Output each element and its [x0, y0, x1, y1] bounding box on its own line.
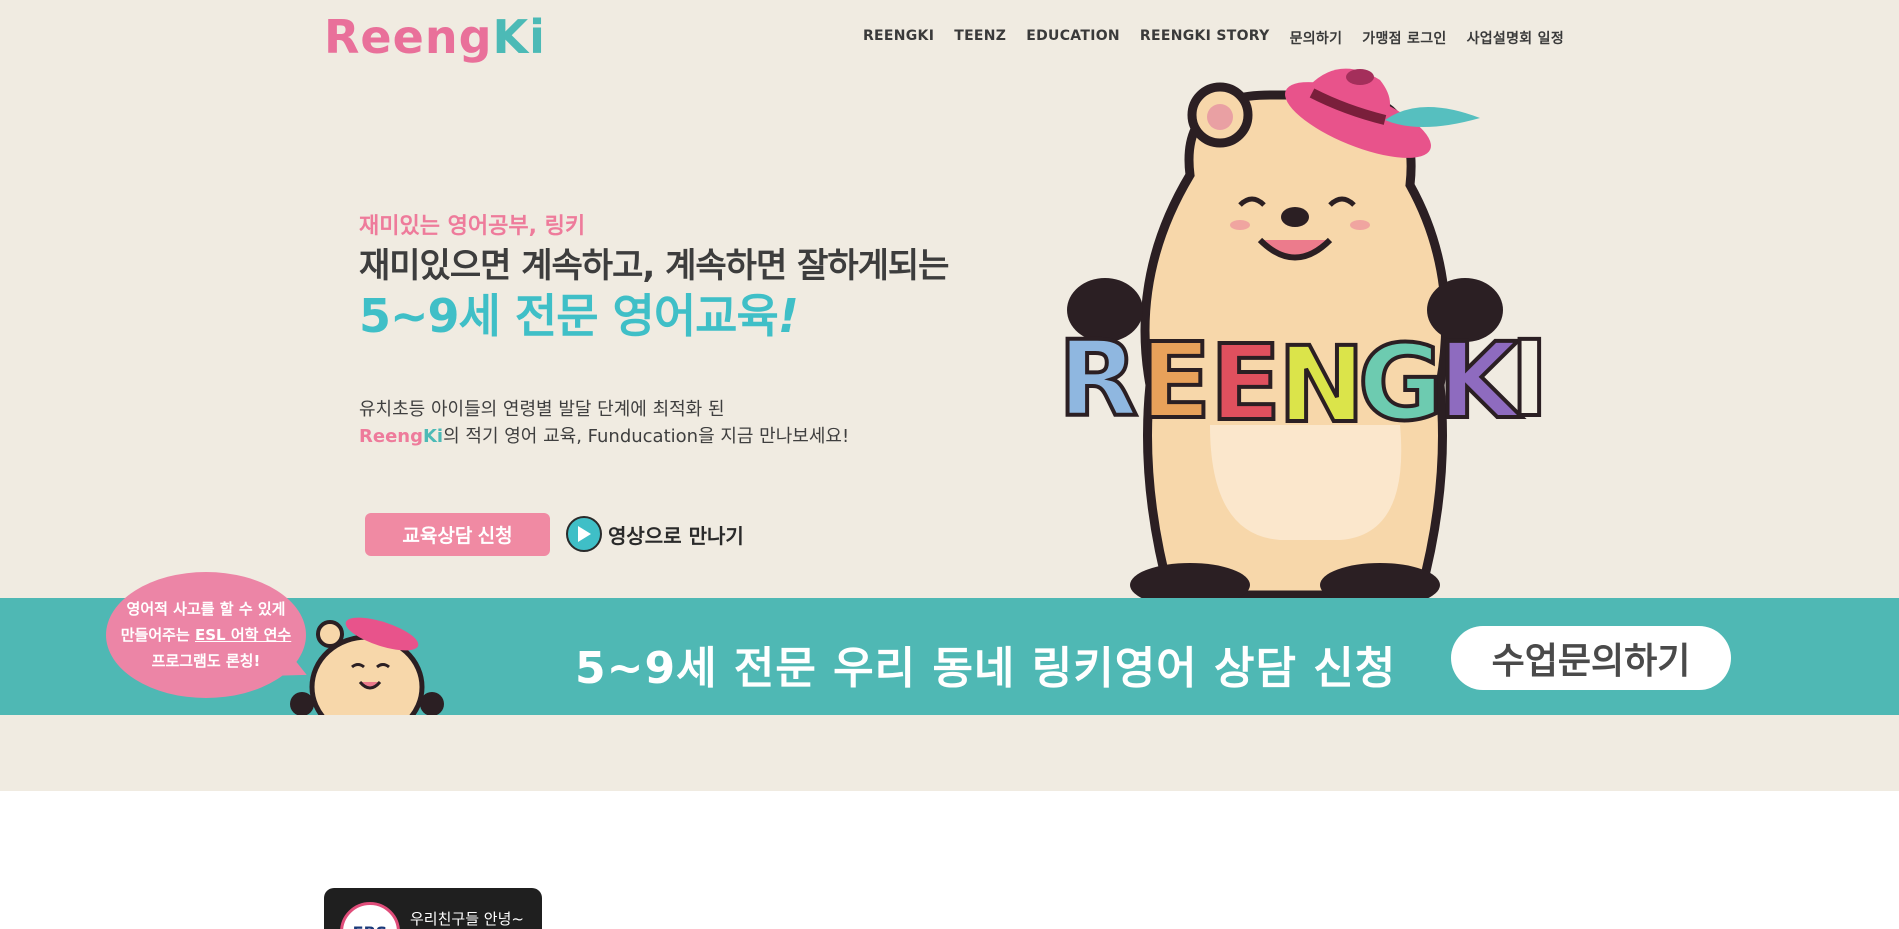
consult-request-button[interactable]: 교육상담 신청: [365, 513, 550, 556]
mascot-letter-e1: E: [1140, 320, 1211, 442]
nav-franchise-login[interactable]: 가맹점 로그인: [1362, 28, 1446, 48]
mascot-letter-n: N: [1278, 324, 1365, 446]
nav-education[interactable]: EDUCATION: [1026, 28, 1120, 48]
channel-avatar: EBS: [340, 902, 400, 929]
video-title: 우리친구들 안녕~: [410, 910, 524, 928]
nav-inquiry[interactable]: 문의하기: [1290, 28, 1343, 48]
hero-eyebrow: 재미있는 영어공부, 링키: [359, 214, 586, 239]
mascot-letter-g: G: [1358, 322, 1443, 444]
nav-business-schedule[interactable]: 사업설명회 일정: [1467, 28, 1564, 48]
banner-headline: 5~9세 전문 우리 동네 링키영어 상담 신청: [575, 643, 1397, 694]
watch-video-button[interactable]: 영상으로 만나기: [566, 514, 744, 554]
nav-reengki-story[interactable]: REENGKI STORY: [1140, 28, 1270, 48]
esl-bubble: 영어적 사고를 할 수 있게 만들어주는 ESL 어학 연수 프로그램도 론칭!: [106, 572, 306, 698]
hero-description: 유치초등 아이들의 연령별 발달 단계에 최적화 된 ReengKi의 적기 영…: [359, 399, 850, 447]
mascot-letter-i: I: [1510, 318, 1549, 440]
nav-reengki[interactable]: REENGKI: [863, 28, 934, 48]
class-inquiry-button[interactable]: 수업문의하기: [1451, 626, 1731, 690]
site-logo[interactable]: Reeng Ki: [324, 10, 546, 64]
main-nav: REENGKI TEENZ EDUCATION REENGKI STORY 문의…: [863, 28, 1564, 48]
video-card[interactable]: EBS 우리친구들 안녕~: [324, 888, 542, 929]
mascot-illustration: R E E N G K I: [1056, 68, 1551, 600]
mascot-letter-e2: E: [1210, 322, 1281, 444]
play-icon: [566, 516, 602, 552]
hero-headline-accent: 5~9세 전문 영어교육!: [359, 289, 799, 343]
mascot-letter-r: R: [1058, 318, 1138, 440]
mini-mascot: [290, 617, 444, 715]
nav-teenz[interactable]: TEENZ: [954, 28, 1006, 48]
